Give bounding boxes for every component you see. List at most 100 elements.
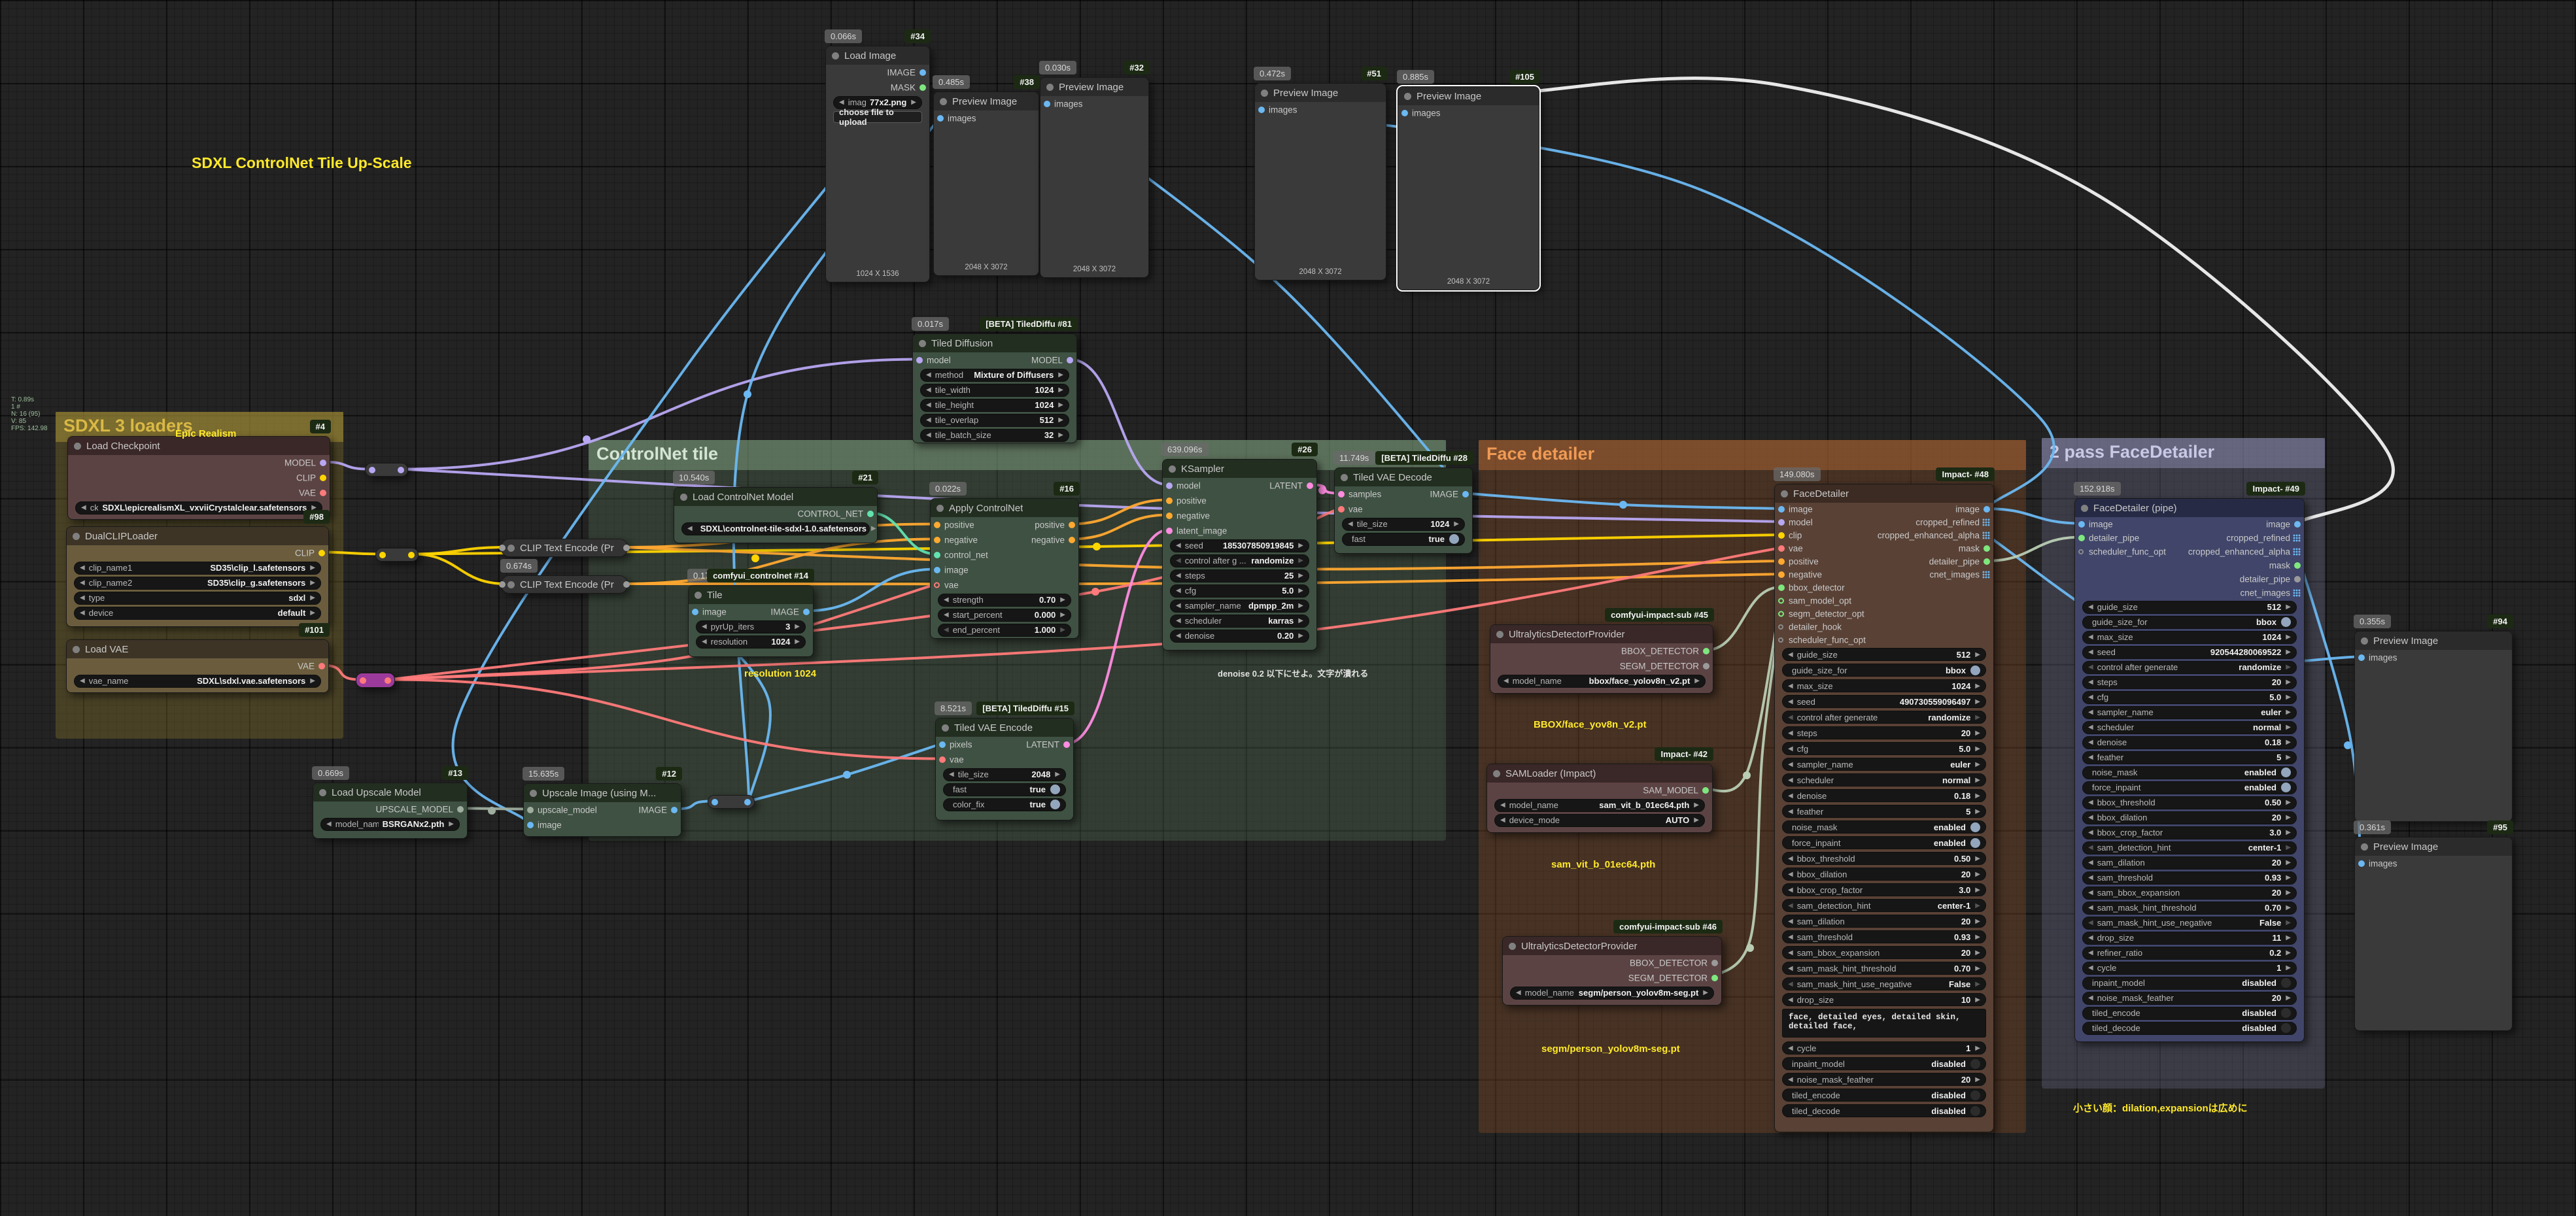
- input-port-detailer_pipe[interactable]: [2078, 535, 2085, 541]
- output-port-detailer_pipe[interactable]: [2294, 576, 2301, 583]
- node-u45[interactable]: comfyui-impact-sub #45UltralyticsDetecto…: [1490, 624, 1713, 694]
- widget-bbox_crop_factor[interactable]: ◀bbox_crop_factor3.0▶: [1782, 883, 1986, 896]
- decrement-arrow-icon[interactable]: ◀: [1176, 572, 1181, 579]
- increment-arrow-icon[interactable]: ▶: [1975, 965, 1980, 972]
- widget-cfg[interactable]: ◀cfg5.0▶: [2082, 691, 2297, 704]
- decrement-arrow-icon[interactable]: ◀: [926, 431, 931, 439]
- decrement-arrow-icon[interactable]: ◀: [926, 401, 931, 409]
- input-port-negative[interactable]: [934, 537, 940, 543]
- widget-noise_mask[interactable]: noise_maskenabled: [2082, 766, 2297, 779]
- output-port-SAM_MODEL[interactable]: [1702, 787, 1709, 794]
- widget-sam_dilation[interactable]: ◀sam_dilation20▶: [2082, 856, 2297, 870]
- widget-fast[interactable]: fasttrue: [943, 783, 1066, 796]
- output-port-LATENT[interactable]: [1307, 482, 1313, 489]
- increment-arrow-icon[interactable]: ▶: [1975, 792, 1980, 800]
- widget-guide_size_for[interactable]: guide_size_forbbox: [1782, 664, 1986, 677]
- node-header[interactable]: DualCLIPLoader: [67, 527, 328, 545]
- decrement-arrow-icon[interactable]: ◀: [944, 626, 949, 633]
- decrement-arrow-icon[interactable]: ◀: [926, 386, 931, 394]
- collapse-dot-icon[interactable]: [936, 505, 944, 512]
- output-port[interactable]: [623, 581, 630, 588]
- increment-arrow-icon[interactable]: ▶: [310, 594, 315, 601]
- output-port-negative[interactable]: [1069, 537, 1075, 543]
- decrement-arrow-icon[interactable]: ◀: [1348, 520, 1353, 528]
- widget-control after generate[interactable]: ◀control after generaterandomize▶: [1782, 711, 1986, 724]
- node-header[interactable]: FaceDetailer (pipe): [2075, 499, 2304, 517]
- toggle-dot[interactable]: [2281, 783, 2291, 792]
- increment-arrow-icon[interactable]: ▶: [2286, 633, 2291, 641]
- output-port-VAE[interactable]: [320, 490, 326, 496]
- decrement-arrow-icon[interactable]: ◀: [839, 99, 844, 106]
- decrement-arrow-icon[interactable]: ◀: [1788, 683, 1793, 690]
- decrement-arrow-icon[interactable]: ◀: [1788, 934, 1793, 941]
- increment-arrow-icon[interactable]: ▶: [2286, 964, 2291, 971]
- widget-device[interactable]: ◀devicedefault▶: [74, 607, 321, 620]
- node-header[interactable]: CLIP Text Encode (Pr: [502, 576, 627, 593]
- collapse-dot-icon[interactable]: [695, 592, 702, 599]
- widget-bbox_threshold[interactable]: ◀bbox_threshold0.50▶: [2082, 796, 2297, 809]
- decrement-arrow-icon[interactable]: ◀: [1788, 1045, 1793, 1052]
- node-lcn[interactable]: 10.540s#21Load ControlNet ModelCONTROL_N…: [674, 487, 878, 543]
- increment-arrow-icon[interactable]: ▶: [1058, 416, 1063, 424]
- decrement-arrow-icon[interactable]: ◀: [1788, 855, 1793, 862]
- output-port-mask[interactable]: [2294, 562, 2301, 569]
- increment-arrow-icon[interactable]: ▶: [1975, 887, 1980, 894]
- widget-tile_size[interactable]: ◀tile_size1024▶: [1342, 518, 1465, 531]
- widget-sam_threshold[interactable]: ◀sam_threshold0.93▶: [1782, 930, 1986, 943]
- decrement-arrow-icon[interactable]: ◀: [2088, 603, 2093, 611]
- output-port-cropped_enhanced_alpha[interactable]: [1982, 532, 1990, 539]
- increment-arrow-icon[interactable]: ▶: [1975, 761, 1980, 768]
- node-upsc[interactable]: 15.635s#12Upscale Image (using M...upsca…: [523, 783, 681, 837]
- node-ks[interactable]: 639.096s#26KSamplermodelLATENTpositivene…: [1162, 459, 1317, 650]
- collapse-dot-icon[interactable]: [2361, 843, 2368, 851]
- widget-cycle[interactable]: ◀cycle1▶: [2082, 962, 2297, 975]
- output-port-CLIP[interactable]: [320, 475, 326, 481]
- wire-reroute-dot[interactable]: [843, 771, 851, 779]
- toggle-dot[interactable]: [1970, 666, 1980, 675]
- node-header[interactable]: Preview Image: [2355, 837, 2512, 856]
- decrement-arrow-icon[interactable]: ◀: [2088, 874, 2093, 881]
- output-port-MODEL[interactable]: [1067, 357, 1073, 363]
- widget-tile_size[interactable]: ◀tile_size2048▶: [943, 768, 1066, 781]
- decrement-arrow-icon[interactable]: ◀: [1788, 698, 1793, 705]
- increment-arrow-icon[interactable]: ▶: [1060, 626, 1065, 633]
- decrement-arrow-icon[interactable]: ◀: [1788, 918, 1793, 925]
- widget-drop_size[interactable]: ◀drop_size11▶: [2082, 932, 2297, 945]
- decrement-arrow-icon[interactable]: ◀: [326, 820, 332, 828]
- decrement-arrow-icon[interactable]: ◀: [1788, 651, 1793, 658]
- collapse-dot-icon[interactable]: [1169, 465, 1176, 473]
- input-port-image[interactable]: [934, 567, 940, 573]
- collapse-dot-icon[interactable]: [919, 340, 926, 347]
- decrement-arrow-icon[interactable]: ◀: [944, 596, 949, 603]
- wire-reroute-dot[interactable]: [1746, 944, 1754, 952]
- output-port-cnet_images[interactable]: [2293, 589, 2301, 597]
- decrement-arrow-icon[interactable]: ◀: [1788, 887, 1793, 894]
- widget-bbox_dilation[interactable]: ◀bbox_dilation20▶: [1782, 868, 1986, 881]
- decrement-arrow-icon[interactable]: ◀: [1516, 989, 1521, 996]
- increment-arrow-icon[interactable]: ▶: [2286, 814, 2291, 821]
- collapse-dot-icon[interactable]: [832, 52, 839, 59]
- increment-arrow-icon[interactable]: ▶: [2286, 603, 2291, 611]
- widget-guide_size[interactable]: ◀guide_size512▶: [2082, 601, 2297, 614]
- widget-denoise[interactable]: ◀denoise0.20▶: [1170, 630, 1309, 643]
- comfyui-canvas[interactable]: SDXL 3 loadersControlNet tileFace detail…: [0, 0, 2576, 1216]
- increment-arrow-icon[interactable]: ▶: [2286, 844, 2291, 851]
- node-header[interactable]: UltralyticsDetectorProvider: [1490, 625, 1713, 643]
- widget-seed[interactable]: ◀seed490730559096497▶: [1782, 695, 1986, 708]
- input-port-segm_detector_opt[interactable]: [1778, 611, 1784, 617]
- widget-control after g ...[interactable]: ◀control after g ...randomize▶: [1170, 554, 1309, 567]
- decrement-arrow-icon[interactable]: ◀: [1788, 949, 1793, 956]
- widget-tile_height[interactable]: ◀tile_height1024▶: [920, 399, 1069, 412]
- toggle-dot[interactable]: [2281, 1008, 2291, 1018]
- widget-bbox_crop_factor[interactable]: ◀bbox_crop_factor3.0▶: [2082, 826, 2297, 839]
- input-port-samples[interactable]: [1338, 491, 1345, 498]
- node-header[interactable]: Preview Image: [1398, 87, 1539, 105]
- widget-feather[interactable]: ◀feather5▶: [2082, 751, 2297, 764]
- output-port-reroute[interactable]: [744, 799, 751, 805]
- widget-device_mode[interactable]: ◀device_modeAUTO▶: [1494, 814, 1705, 827]
- output-port-CONTROL_NET[interactable]: [867, 511, 874, 517]
- widget-noise_mask[interactable]: noise_maskenabled: [1782, 820, 1986, 834]
- choose-file-button[interactable]: choose file to upload: [833, 111, 922, 123]
- input-port-images[interactable]: [1044, 101, 1050, 107]
- output-port-SEGM_DETECTOR[interactable]: [1703, 663, 1709, 669]
